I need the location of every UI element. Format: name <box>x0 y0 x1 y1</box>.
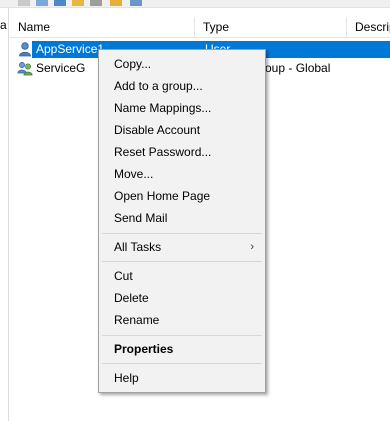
row-name: ServiceG <box>36 61 86 75</box>
menu-item-all-tasks[interactable]: All Tasks › <box>99 236 265 258</box>
menu-item-name-mappings[interactable]: Name Mappings... <box>99 97 265 119</box>
menu-item-open-home-page[interactable]: Open Home Page <box>99 185 265 207</box>
group-icon <box>17 60 33 76</box>
menu-separator <box>102 363 262 364</box>
chevron-right-icon: › <box>250 241 254 253</box>
menu-item-cut[interactable]: Cut <box>99 265 265 287</box>
column-header-type[interactable]: Type <box>195 17 347 38</box>
toolbar <box>0 0 390 8</box>
context-menu: Copy... Add to a group... Name Mappings.… <box>98 49 266 393</box>
column-header-description[interactable]: Descrip <box>347 17 390 38</box>
menu-item-delete[interactable]: Delete <box>99 287 265 309</box>
menu-item-add-to-group[interactable]: Add to a group... <box>99 75 265 97</box>
toolbar-icon-7[interactable] <box>130 0 142 6</box>
menu-item-copy[interactable]: Copy... <box>99 53 265 75</box>
toolbar-icon-5[interactable] <box>90 0 102 6</box>
menu-item-rename[interactable]: Rename <box>99 309 265 331</box>
user-icon <box>17 41 33 57</box>
menu-item-label: All Tasks <box>114 240 162 254</box>
tree-pane-edge <box>0 8 9 421</box>
menu-item-properties[interactable]: Properties <box>99 338 265 360</box>
column-header-name[interactable]: Name <box>10 17 195 38</box>
tree-pane-label: a <box>0 18 7 32</box>
menu-separator <box>102 233 262 234</box>
row-name: AppService1 <box>36 42 105 56</box>
toolbar-icon-1[interactable] <box>18 0 30 6</box>
menu-item-help[interactable]: Help <box>99 367 265 389</box>
menu-item-move[interactable]: Move... <box>99 163 265 185</box>
menu-item-reset-password[interactable]: Reset Password... <box>99 141 265 163</box>
menu-item-disable-account[interactable]: Disable Account <box>99 119 265 141</box>
menu-separator <box>102 261 262 262</box>
list-header: Name Type Descrip <box>10 17 390 38</box>
toolbar-icon-3[interactable] <box>54 0 66 6</box>
menu-separator <box>102 335 262 336</box>
toolbar-icon-4[interactable] <box>72 0 84 6</box>
menu-item-send-mail[interactable]: Send Mail <box>99 207 265 229</box>
toolbar-icon-2[interactable] <box>36 0 48 6</box>
toolbar-icon-6[interactable] <box>110 0 122 6</box>
